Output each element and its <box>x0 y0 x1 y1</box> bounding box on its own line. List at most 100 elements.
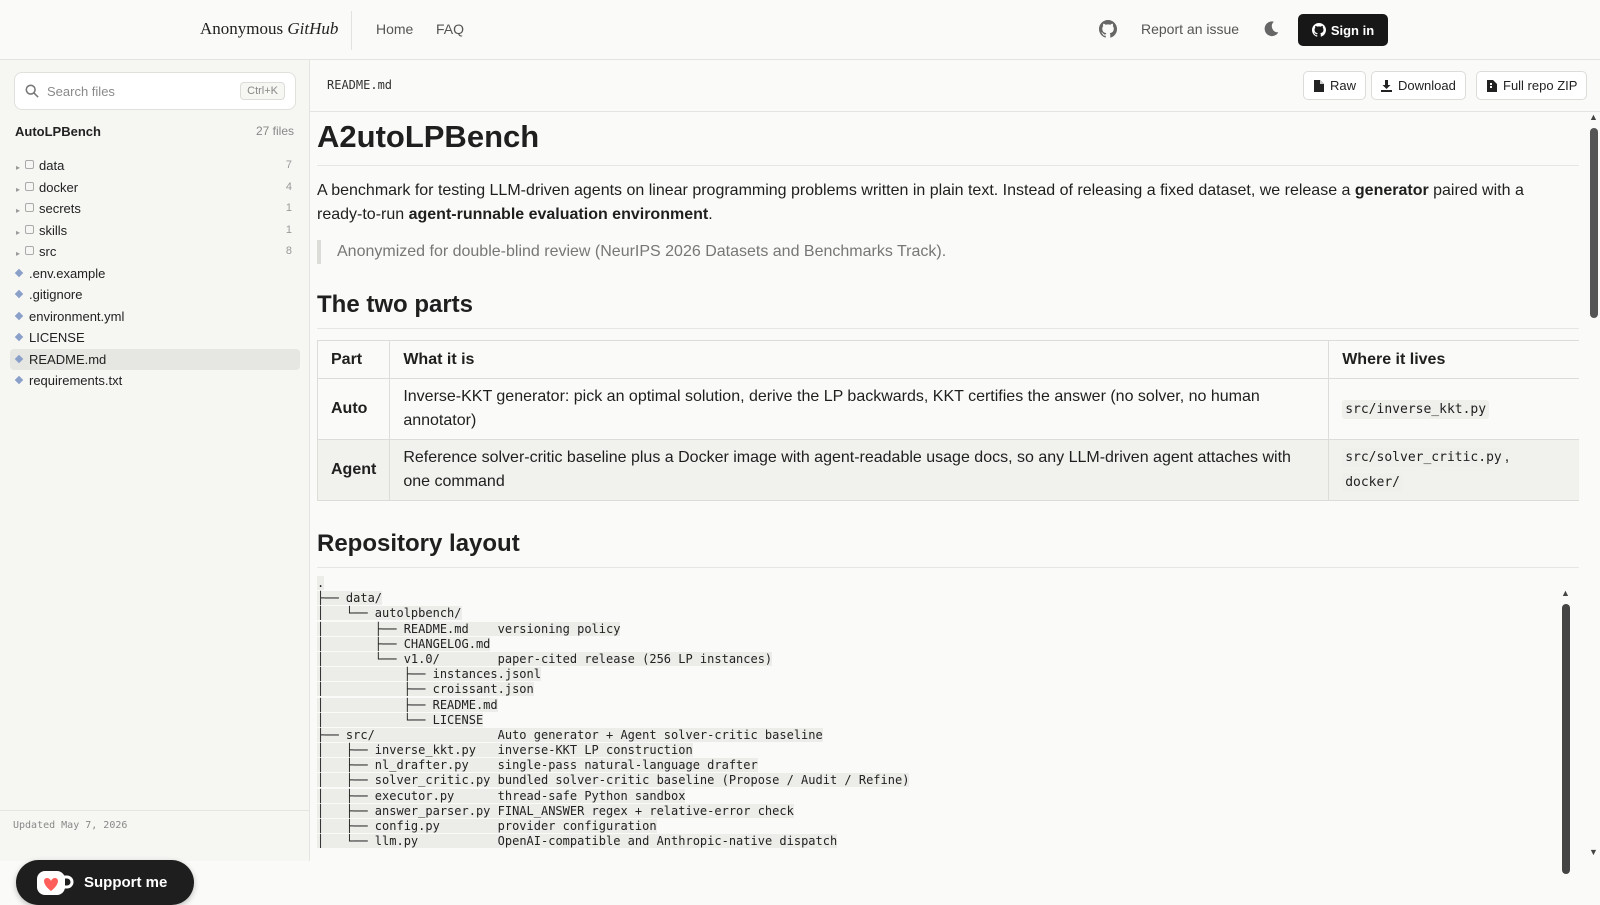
table-cell: Reference solver-critic baseline plus a … <box>389 439 1330 501</box>
search-input[interactable]: Search files <box>47 84 115 99</box>
tree-file[interactable]: README.md <box>10 348 300 370</box>
table-cell: Agent <box>317 439 391 501</box>
scroll-up-arrow[interactable]: ▲ <box>1589 112 1598 122</box>
tree-folder[interactable]: ▸ docker 4 <box>10 177 300 199</box>
code-comment: bundled solver-critic baseline (Propose … <box>497 773 910 788</box>
code-line: │ ├── nl_drafter.py single-pass natural-… <box>317 758 1555 773</box>
report-issue-link[interactable]: Report an issue <box>1141 21 1239 37</box>
table-row: Auto Inverse-KKT generator: pick an opti… <box>317 378 1579 440</box>
page-scrollbar[interactable]: ▲ ▼ <box>1588 112 1600 861</box>
brand-logo[interactable]: Anonymous GitHub <box>200 19 338 39</box>
code-line: ├── src/ Auto generator + Agent solver-c… <box>317 727 1555 743</box>
readme-content: A2utoLPBench A benchmark for testing LLM… <box>317 112 1579 861</box>
tree-item-count: 1 <box>285 223 292 236</box>
sign-in-button[interactable]: Sign in <box>1298 14 1388 46</box>
tree-file[interactable]: requirements.txt <box>10 370 300 392</box>
code-line: │ ├── config.py provider configuration <box>317 819 1555 834</box>
nav-home-link[interactable]: Home <box>376 21 413 37</box>
download-button[interactable]: Download <box>1371 71 1466 100</box>
search-icon <box>25 84 39 98</box>
code-tree-text: ├── src/ <box>317 727 375 742</box>
code-line: . <box>317 576 1555 591</box>
file-sidebar: Search files Ctrl+K AutoLPBench 27 files… <box>0 60 310 905</box>
file-toolbar: README.md Raw Download Full repo ZIP <box>310 60 1600 112</box>
code-tree-text: │ └── autolpbench/ <box>317 606 462 621</box>
table-cell: Inverse-KKT generator: pick an optimal s… <box>389 378 1330 440</box>
nav-faq-link[interactable]: FAQ <box>436 21 464 37</box>
code-tree-text: │ ├── answer_parser.py <box>317 803 491 818</box>
folder-icon <box>25 246 34 255</box>
archive-icon <box>1487 79 1497 92</box>
top-bar: Anonymous GitHub Home FAQ Report an issu… <box>0 0 1600 60</box>
search-box[interactable]: Search files Ctrl+K <box>14 72 296 110</box>
tree-folder[interactable]: ▸ data 7 <box>10 155 300 177</box>
tree-file[interactable]: .gitignore <box>10 284 300 306</box>
tree-item-label: docker <box>39 179 79 195</box>
chevron-right-icon[interactable]: ▸ <box>16 157 25 179</box>
code-tree-text: │ ├── solver_critic.py <box>317 773 491 788</box>
tree-file[interactable]: environment.yml <box>10 306 300 328</box>
chevron-right-icon[interactable]: ▸ <box>16 243 25 265</box>
codeblock-scrollbar[interactable]: ▲ <box>1560 588 1572 874</box>
folder-icon <box>25 224 34 234</box>
code-tree-text: │ ├── README.md <box>317 621 469 636</box>
code-tree-text: │ ├── config.py <box>317 819 440 833</box>
sidebar-divider <box>0 810 310 811</box>
code-comment: thread-safe Python sandbox <box>497 788 686 803</box>
tree-folder[interactable]: ▸ skills 1 <box>10 220 300 242</box>
scroll-down-arrow[interactable]: ▼ <box>1589 847 1598 857</box>
tree-item-label: secrets <box>39 201 81 216</box>
code-line: │ ├── solver_critic.py bundled solver-cr… <box>317 773 1555 788</box>
tree-item-label: requirements.txt <box>29 373 123 388</box>
code-tree-text: │ └── llm.py <box>317 834 419 849</box>
code-comment: single-pass natural-language drafter <box>497 758 758 773</box>
scroll-thumb[interactable] <box>1590 128 1598 318</box>
code-tree-text: │ ├── inverse_kkt.py <box>317 743 476 758</box>
scroll-up-arrow[interactable]: ▲ <box>1561 588 1570 598</box>
code-path: src/inverse_kkt.py <box>1342 399 1490 419</box>
tree-item-label: README.md <box>29 351 107 367</box>
full-repo-zip-button[interactable]: Full repo ZIP <box>1476 71 1588 100</box>
code-line: │ ├── CHANGELOG.md <box>317 636 1555 652</box>
file-icon <box>14 268 24 277</box>
tree-file[interactable]: LICENSE <box>10 327 300 349</box>
tree-item-count: 4 <box>285 180 292 193</box>
folder-icon <box>25 181 34 191</box>
readme-intro: A benchmark for testing LLM-driven agent… <box>317 182 1524 223</box>
scroll-thumb[interactable] <box>1562 604 1570 874</box>
code-comment: paper-cited release (256 LP instances) <box>497 651 773 666</box>
table-cell: src/inverse_kkt.py <box>1328 378 1579 440</box>
tree-folder[interactable]: ▸ src 8 <box>10 241 300 263</box>
chevron-right-icon[interactable]: ▸ <box>16 179 25 201</box>
file-icon <box>14 289 24 299</box>
table-header: Where it lives <box>1328 340 1579 379</box>
support-me-button[interactable]: Support me <box>16 860 194 905</box>
file-icon <box>14 311 24 320</box>
code-tree-text: │ ├── README.md <box>317 697 498 712</box>
code-line: │ ├── instances.jsonl <box>317 667 1555 682</box>
code-tree-text: │ ├── CHANGELOG.md <box>317 636 491 651</box>
code-comment: OpenAI-compatible and Anthropic-native d… <box>497 834 838 849</box>
tree-file[interactable]: .env.example <box>10 263 300 285</box>
code-tree-text: │ └── v1.0/ <box>317 651 440 666</box>
moon-icon[interactable] <box>1262 20 1280 38</box>
code-comment: provider configuration <box>497 819 657 833</box>
sign-in-label: Sign in <box>1330 22 1375 38</box>
section-heading-parts: The two parts <box>317 287 1579 329</box>
code-line: │ ├── croissant.json <box>317 682 1555 697</box>
chevron-right-icon[interactable]: ▸ <box>16 222 25 244</box>
code-line: │ ├── executor.py thread-safe Python san… <box>317 788 1555 804</box>
support-me-label: Support me <box>84 874 168 891</box>
github-icon[interactable] <box>1099 20 1117 38</box>
tree-item-count: 7 <box>285 159 292 171</box>
raw-button[interactable]: Raw <box>1303 71 1367 100</box>
tree-folder[interactable]: ▸ secrets 1 <box>10 198 300 220</box>
code-path: docker/ <box>1342 473 1403 492</box>
tree-item-label: src <box>39 244 57 259</box>
code-line: │ └── llm.py OpenAI-compatible and Anthr… <box>317 834 1555 849</box>
readme-title: A2utoLPBench <box>317 112 1579 166</box>
chevron-right-icon[interactable]: ▸ <box>16 200 25 222</box>
section-heading-layout: Repository layout <box>317 526 1579 568</box>
code-path: src/solver_critic.py <box>1342 448 1505 467</box>
tree-item-label: .env.example <box>29 265 106 281</box>
